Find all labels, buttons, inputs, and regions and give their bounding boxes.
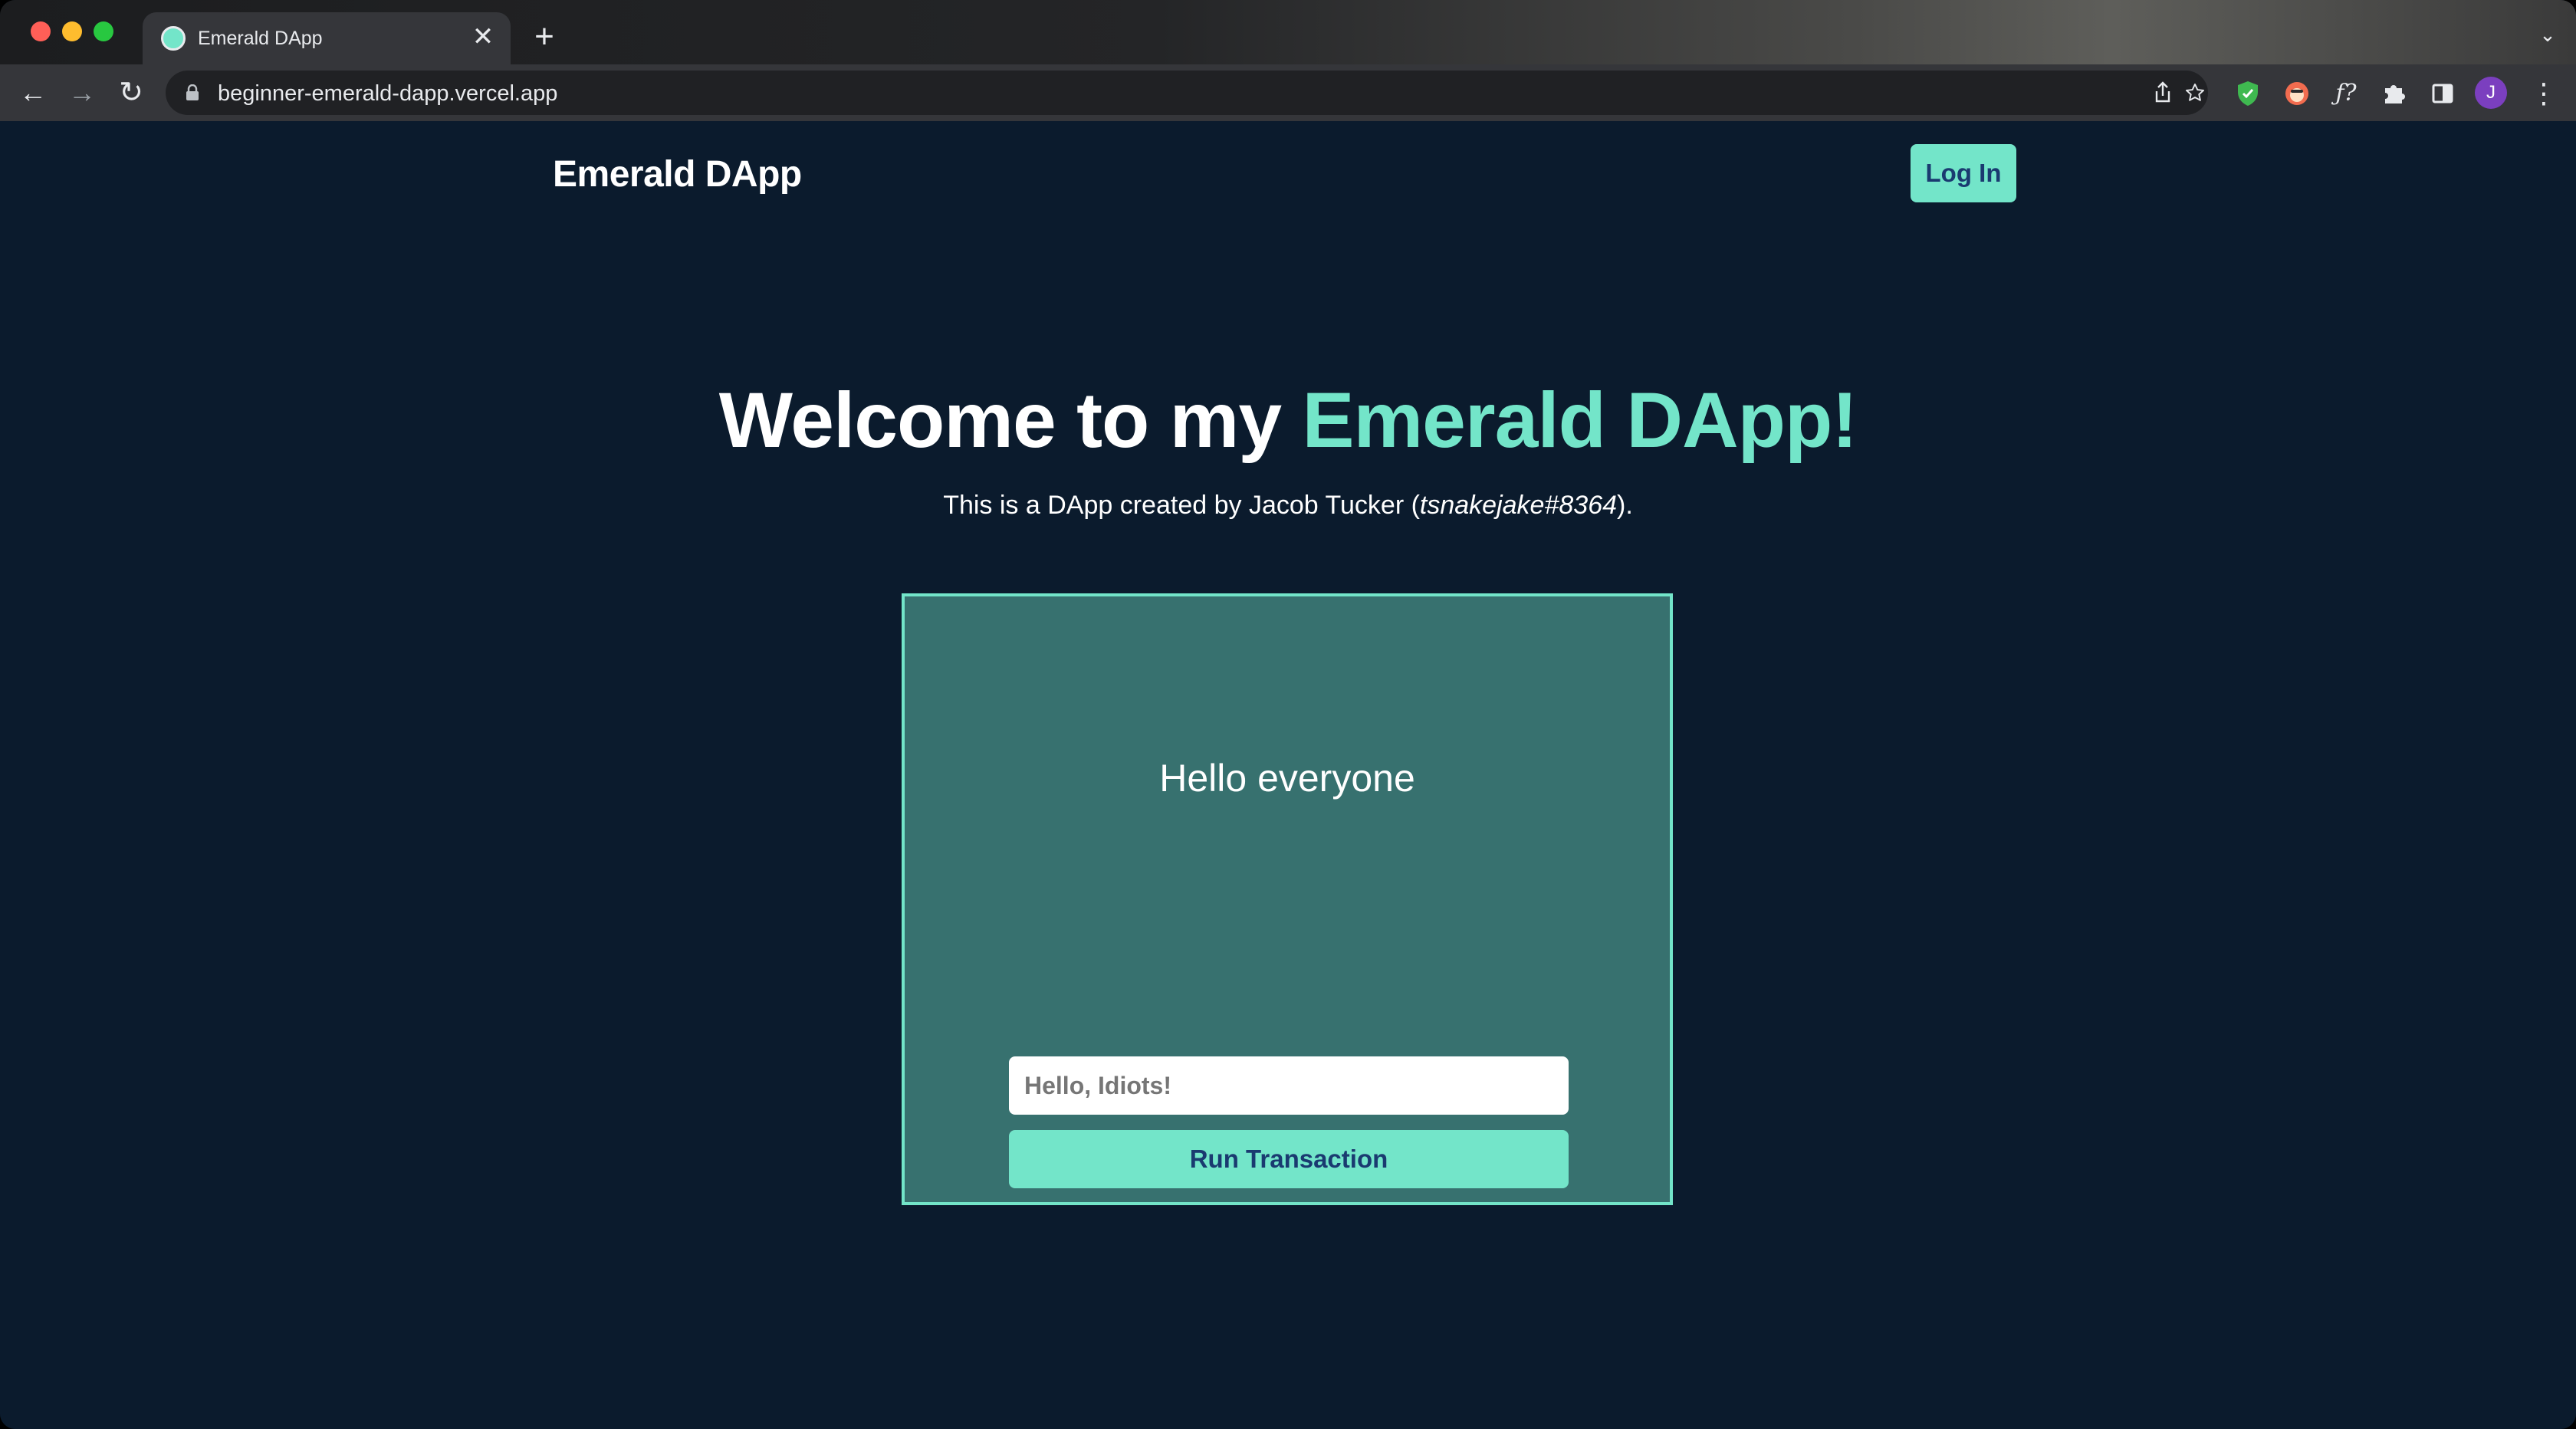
url-text[interactable]: beginner-emerald-dapp.vercel.app (218, 81, 557, 107)
close-window-button[interactable] (31, 21, 51, 41)
title-accent: Emerald DApp! (1302, 376, 1858, 464)
author-handle: tsnakejake#8364 (1419, 491, 1618, 520)
tab-search-chevron-icon[interactable]: ⌄ (2536, 23, 2559, 46)
current-greeting: Hello everyone (1159, 757, 1415, 800)
tab-strip: Emerald DApp ✕ + ⌄ (0, 0, 2576, 64)
honey-extension-icon[interactable] (2282, 78, 2312, 109)
login-button[interactable]: Log In (1911, 144, 2016, 202)
page-subtitle: This is a DApp created by Jacob Tucker (… (0, 491, 2576, 521)
side-panel-icon[interactable] (2427, 78, 2458, 109)
site-brand[interactable]: Emerald DApp (553, 153, 802, 195)
back-arrow-icon[interactable]: ← (15, 75, 51, 110)
run-transaction-button[interactable]: Run Transaction (1009, 1130, 1569, 1188)
browser-menu-icon[interactable]: ⋮ (2528, 78, 2559, 109)
subtitle-prefix: This is a DApp created by Jacob Tucker ( (943, 491, 1420, 520)
profile-avatar[interactable]: J (2475, 77, 2507, 109)
page-content: Emerald DApp Log In Welcome to my Emeral… (0, 121, 2576, 1429)
bookmark-star-icon[interactable] (2183, 78, 2206, 107)
maximize-window-button[interactable] (94, 21, 113, 41)
shield-extension-icon[interactable] (2233, 78, 2263, 109)
close-tab-icon[interactable]: ✕ (469, 23, 497, 51)
page-title: Welcome to my Emerald DApp! (0, 376, 2576, 465)
formula-extension-icon[interactable]: ƒ? (2331, 78, 2361, 109)
minimize-window-button[interactable] (62, 21, 82, 41)
site-favicon-icon (161, 26, 186, 51)
lock-icon[interactable] (186, 84, 199, 101)
browser-tab[interactable]: Emerald DApp ✕ (143, 12, 511, 64)
subtitle-suffix: ). (1617, 491, 1633, 520)
browser-toolbar: ← → ↻ beginner-emerald-dapp.vercel.app ƒ… (0, 64, 2576, 123)
reload-icon[interactable]: ↻ (113, 75, 149, 110)
puzzle-extensions-icon[interactable] (2378, 78, 2409, 109)
share-icon[interactable] (2148, 78, 2177, 107)
browser-window: Emerald DApp ✕ + ⌄ ← → ↻ beginner-emeral… (0, 0, 2576, 1429)
tab-title: Emerald DApp (198, 28, 323, 49)
new-tab-icon[interactable]: + (526, 20, 563, 57)
greeting-card: Hello everyone Run Transaction (902, 593, 1673, 1205)
forward-arrow-icon[interactable]: → (64, 75, 100, 110)
address-bar[interactable]: beginner-emerald-dapp.vercel.app (166, 71, 2208, 115)
title-plain: Welcome to my (718, 376, 1303, 464)
greeting-input[interactable] (1009, 1056, 1569, 1115)
